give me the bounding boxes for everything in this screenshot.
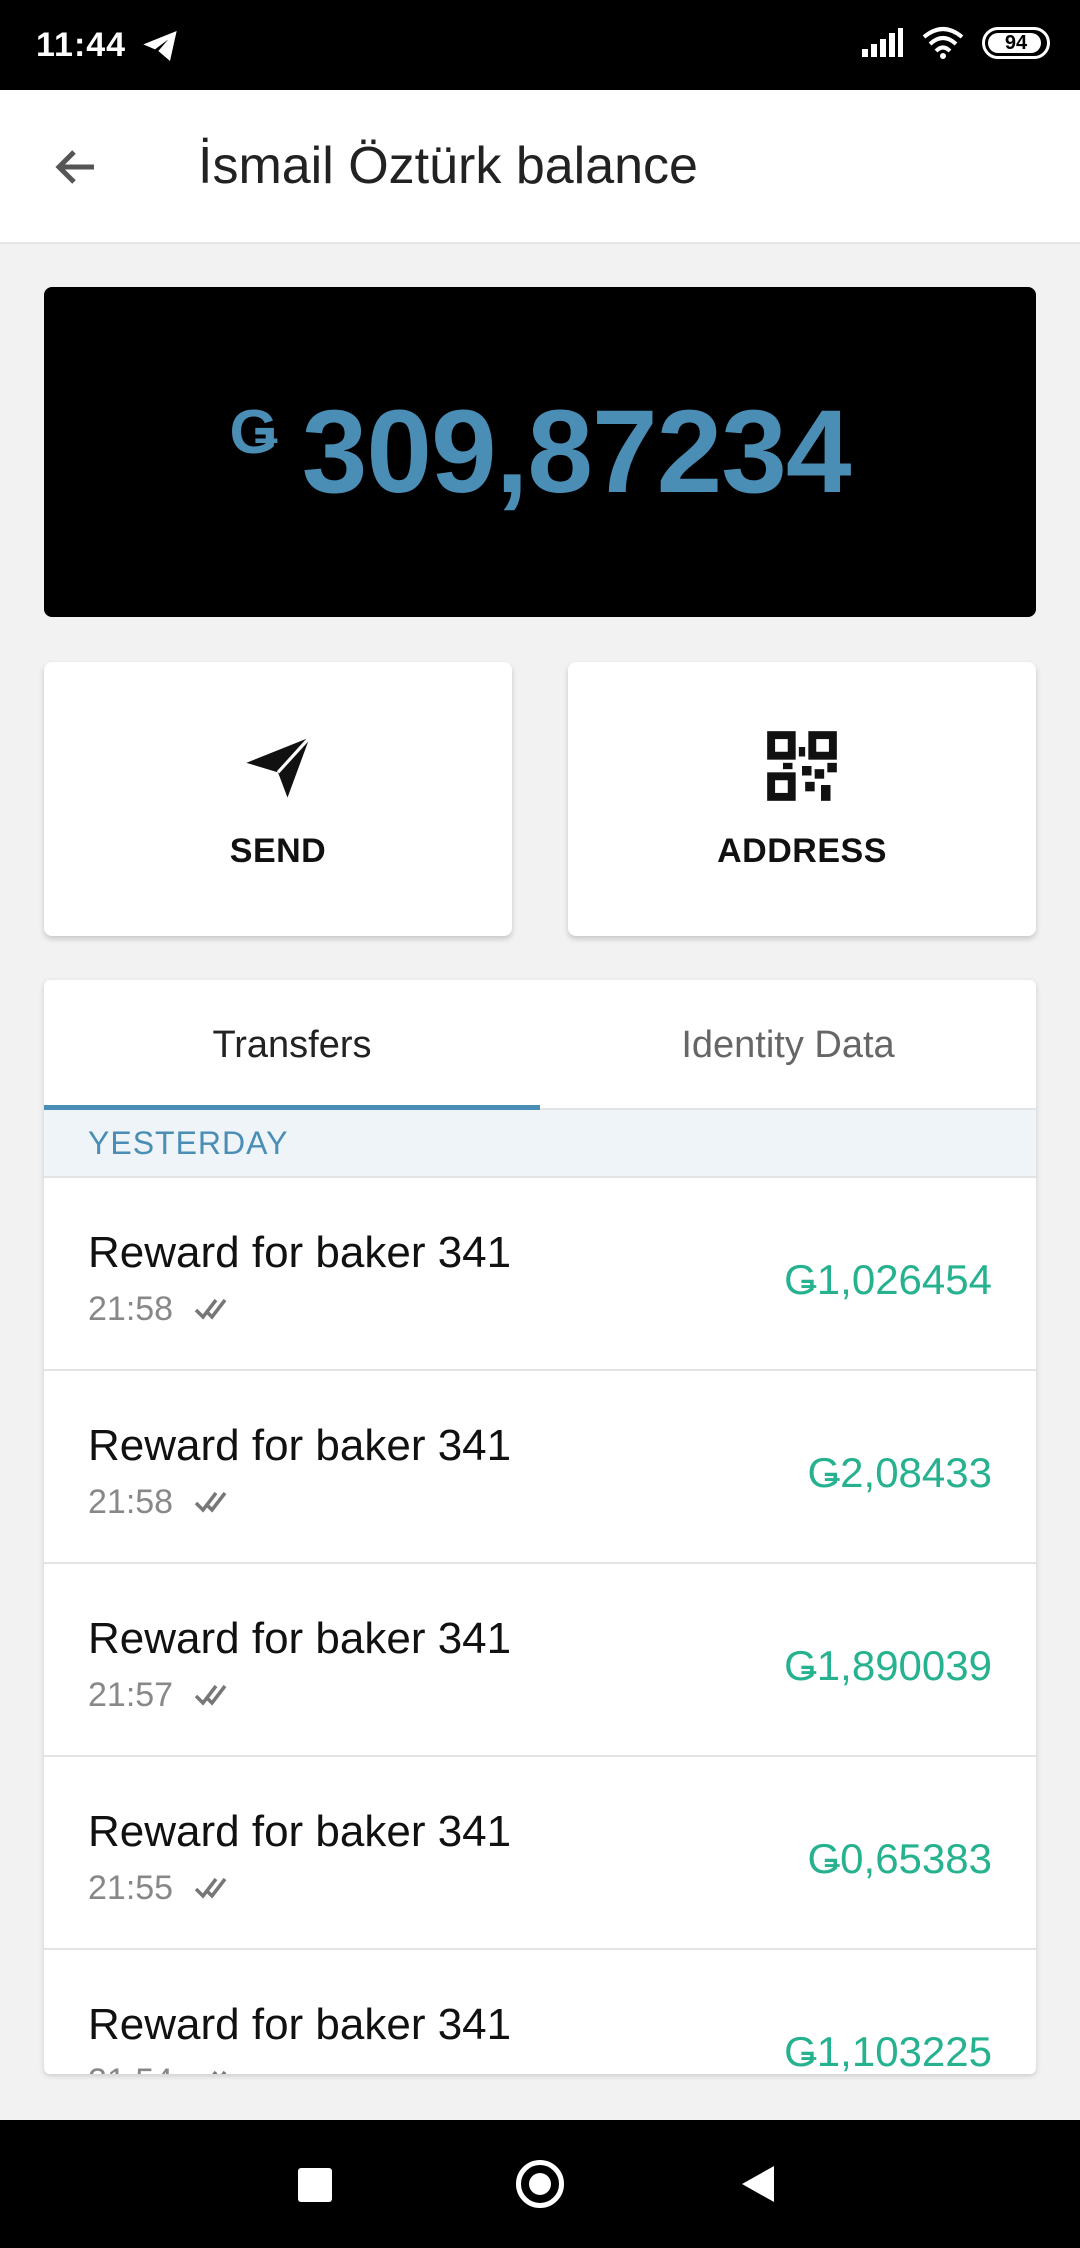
section-header-yesterday: YESTERDAY — [44, 1110, 1036, 1178]
transfer-amount: Ǥ1,890039 — [784, 1642, 992, 1689]
status-time: 11:44 — [36, 26, 127, 64]
transfer-title: Reward for baker 341 — [88, 2000, 512, 2049]
qr-code-icon — [767, 730, 837, 801]
transfer-title: Reward for baker 341 — [88, 1228, 512, 1277]
address-button[interactable]: ADDRESS — [568, 662, 1036, 936]
recent-apps-button[interactable] — [298, 2168, 332, 2202]
currency-symbol: Ǥ — [229, 398, 278, 467]
transfer-title: Reward for baker 341 — [88, 1807, 512, 1856]
tab-bar: Transfers Identity Data — [44, 980, 1036, 1110]
transfers-panel: Transfers Identity Data YESTERDAY Reward… — [44, 980, 1036, 2074]
transfer-row[interactable]: Reward for baker 341 21:55 Ǥ0,65383 — [44, 1757, 1036, 1950]
transfer-time: 21:58 — [88, 1290, 174, 1328]
transfer-title: Reward for baker 341 — [88, 1421, 512, 1470]
transfer-time: 21:57 — [88, 1676, 174, 1714]
balance-card: Ǥ 309,87234 — [44, 287, 1036, 617]
page-title: İsmail Öztürk balance — [198, 137, 698, 195]
tab-identity-data[interactable]: Identity Data — [540, 980, 1036, 1110]
send-button[interactable]: SEND — [44, 662, 512, 936]
double-check-icon — [194, 1684, 227, 1706]
wifi-icon — [922, 27, 964, 59]
telegram-icon — [143, 31, 177, 61]
status-bar: 11:44 94 — [0, 0, 1080, 90]
double-check-icon — [212, 2070, 227, 2074]
transfer-amount: Ǥ1,026454 — [784, 1256, 992, 1303]
transfer-row[interactable]: Reward for baker 341 21:57 Ǥ1,890039 — [44, 1564, 1036, 1757]
transfer-time: 21:55 — [88, 1869, 174, 1907]
send-label: SEND — [229, 831, 327, 870]
status-icons: 94 — [860, 26, 1050, 60]
send-icon — [246, 735, 311, 798]
address-label: ADDRESS — [717, 831, 887, 870]
battery-level: 94 — [1004, 31, 1028, 54]
signal-icon — [862, 28, 903, 57]
tab-transfers[interactable]: Transfers — [44, 980, 540, 1110]
system-back-button[interactable] — [742, 2166, 774, 2202]
balance-amount: 309,87234 — [301, 386, 852, 518]
transfer-row[interactable]: Reward for baker 341 21:58 Ǥ2,08433 — [44, 1371, 1036, 1564]
transfer-amount: Ǥ2,08433 — [807, 1449, 993, 1496]
transfer-amount: Ǥ0,65383 — [807, 1835, 993, 1882]
transfer-row[interactable]: Reward for baker 341 21:58 Ǥ1,026454 — [44, 1178, 1036, 1371]
transfer-title: Reward for baker 341 — [88, 1614, 512, 1663]
battery-icon: 94 — [982, 27, 1050, 59]
transfer-amount: Ǥ1,103225 — [784, 2028, 992, 2074]
double-check-icon — [194, 1298, 227, 1320]
transfer-list[interactable]: Reward for baker 341 21:58 Ǥ1,026454 Rew… — [44, 1178, 1036, 2074]
transfer-time: 21:58 — [88, 1483, 174, 1521]
transfer-time: 21:54 — [88, 2062, 173, 2074]
app-bar: İsmail Öztürk balance — [0, 90, 1080, 244]
back-button[interactable] — [44, 135, 108, 199]
home-button[interactable] — [516, 2160, 564, 2208]
double-check-icon — [194, 1491, 227, 1513]
system-nav-bar — [0, 2120, 1080, 2248]
arrow-left-icon — [55, 150, 94, 184]
main-content: Ǥ 309,87234 SEND ADDRESS Transfers Ident… — [0, 244, 1080, 2120]
double-check-icon — [194, 1877, 227, 1899]
transfer-row[interactable]: Reward for baker 341 21:54 Ǥ1,103225 — [44, 1950, 1036, 2074]
